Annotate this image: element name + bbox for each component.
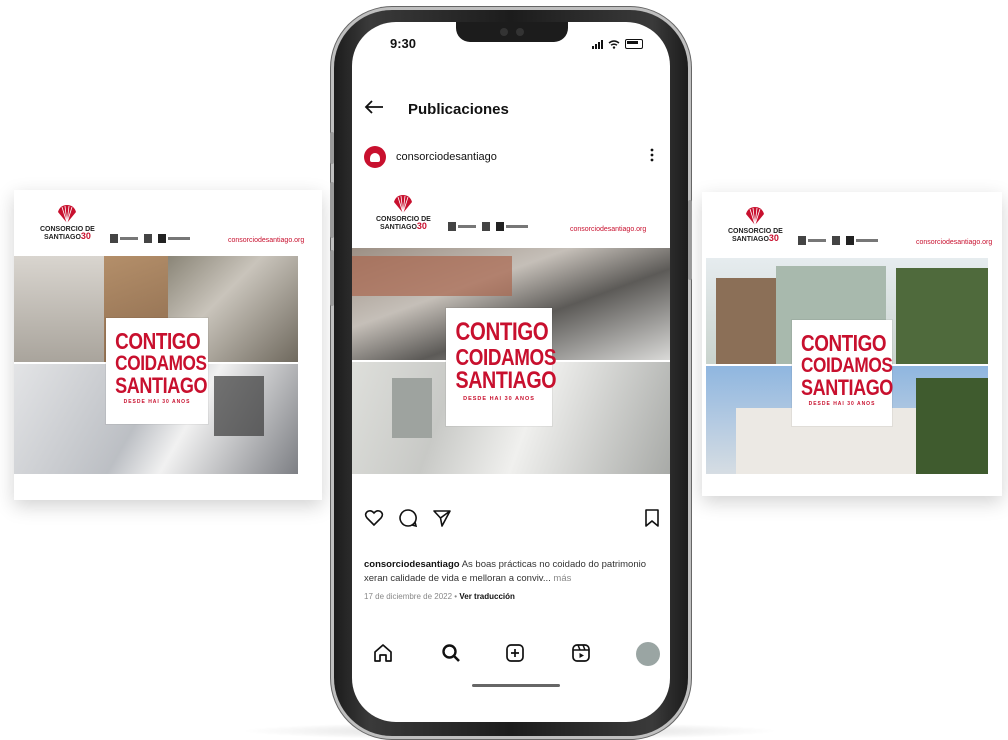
create-post-icon[interactable]	[504, 642, 526, 664]
profile-avatar[interactable]	[636, 642, 660, 666]
post-actions	[352, 508, 670, 532]
promo-line2: COIDAMOS	[115, 352, 207, 375]
heart-icon[interactable]	[364, 508, 384, 528]
promo-subtitle: DESDE HAI 30 ANOS	[463, 396, 535, 402]
home-indicator	[472, 684, 560, 687]
promo-line2: COIDAMOS	[455, 344, 557, 370]
card-url: consorciodesantiago.org	[228, 237, 305, 244]
government-logos	[798, 236, 878, 245]
bookmark-icon[interactable]	[642, 508, 662, 528]
phone-side-button	[330, 250, 334, 306]
promo-line1: CONTIGO	[801, 330, 887, 356]
promo-line1: CONTIGO	[115, 328, 201, 354]
status-time: 9:30	[390, 36, 417, 51]
post-header: consorciodesantiago	[352, 140, 670, 181]
phone-screen: 9:30 Publicaciones consorciodesantiago C…	[352, 22, 670, 722]
consorcio-logo: CONSORCIO DE SANTIAGO30	[728, 206, 783, 243]
promo-line1: CONTIGO	[455, 318, 549, 346]
reels-icon[interactable]	[570, 642, 592, 664]
promo-line3: SANTIAGO	[801, 375, 893, 400]
battery-icon	[625, 39, 643, 49]
scallop-shell-icon	[58, 205, 77, 224]
promo-badge: CONTIGO COIDAMOS SANTIAGO DESDE HAI 30 A…	[106, 318, 208, 424]
home-icon[interactable]	[372, 642, 394, 664]
promo-line2: COIDAMOS	[801, 354, 893, 377]
government-logos	[110, 234, 190, 243]
meta-separator: •	[454, 592, 458, 601]
phone-power-button	[688, 200, 692, 280]
translate-link[interactable]: Ver traducción	[459, 592, 515, 601]
more-options-icon[interactable]	[650, 148, 654, 165]
account-avatar[interactable]	[364, 146, 386, 168]
promo-subtitle: DESDE HAI 30 ANOS	[123, 399, 191, 405]
consorcio-logo: CONSORCIO DE SANTIAGO30	[376, 194, 431, 231]
scallop-shell-icon	[746, 207, 765, 226]
status-icons	[592, 39, 643, 49]
post-image[interactable]: CONSORCIO DE SANTIAGO30 consorciodesanti…	[352, 180, 670, 474]
caption-username[interactable]: consorciodesantiago	[364, 559, 460, 570]
page-title: Publicaciones	[408, 101, 509, 118]
promo-badge: CONTIGO COIDAMOS SANTIAGO DESDE HAI 30 A…	[792, 320, 893, 426]
post-meta: 17 de diciembre de 2022 • Ver traducción	[364, 592, 515, 601]
card-url: consorciodesantiago.org	[570, 226, 647, 233]
phone-notch	[456, 22, 568, 42]
caption-more-link[interactable]: más	[553, 573, 571, 584]
card-url: consorciodesantiago.org	[916, 239, 993, 246]
post-username[interactable]: consorciodesantiago	[396, 151, 497, 163]
government-logos	[448, 222, 528, 231]
search-icon[interactable]	[440, 642, 462, 664]
promo-line3: SANTIAGO	[455, 367, 557, 394]
post-caption: consorciodesantiago As boas prácticas no…	[364, 558, 662, 586]
consorcio-logo: CONSORCIO DE SANTIAGO30	[40, 204, 95, 241]
promo-subtitle: DESDE HAI 30 ANOS	[808, 401, 876, 407]
post-date: 17 de diciembre de 2022	[364, 592, 453, 601]
card-header: CONSORCIO DE SANTIAGO30 consorciodesanti…	[14, 190, 322, 256]
right-preview-card: CONSORCIO DE SANTIAGO30 consorciodesanti…	[702, 192, 1002, 496]
bottom-tab-bar	[352, 640, 670, 672]
left-preview-card: CONSORCIO DE SANTIAGO30 consorciodesanti…	[14, 190, 322, 500]
phone-side-button	[330, 182, 334, 238]
signal-icon	[592, 39, 603, 49]
scallop-shell-icon	[394, 195, 413, 214]
promo-line3: SANTIAGO	[115, 373, 208, 398]
promo-badge: CONTIGO COIDAMOS SANTIAGO DESDE HAI 30 A…	[446, 308, 557, 426]
comment-icon[interactable]	[398, 508, 418, 528]
card-header: CONSORCIO DE SANTIAGO30 consorciodesanti…	[702, 192, 1002, 258]
back-arrow-icon[interactable]	[364, 98, 384, 121]
phone-side-button	[330, 132, 334, 164]
share-icon[interactable]	[432, 508, 452, 528]
wifi-icon	[608, 39, 620, 49]
